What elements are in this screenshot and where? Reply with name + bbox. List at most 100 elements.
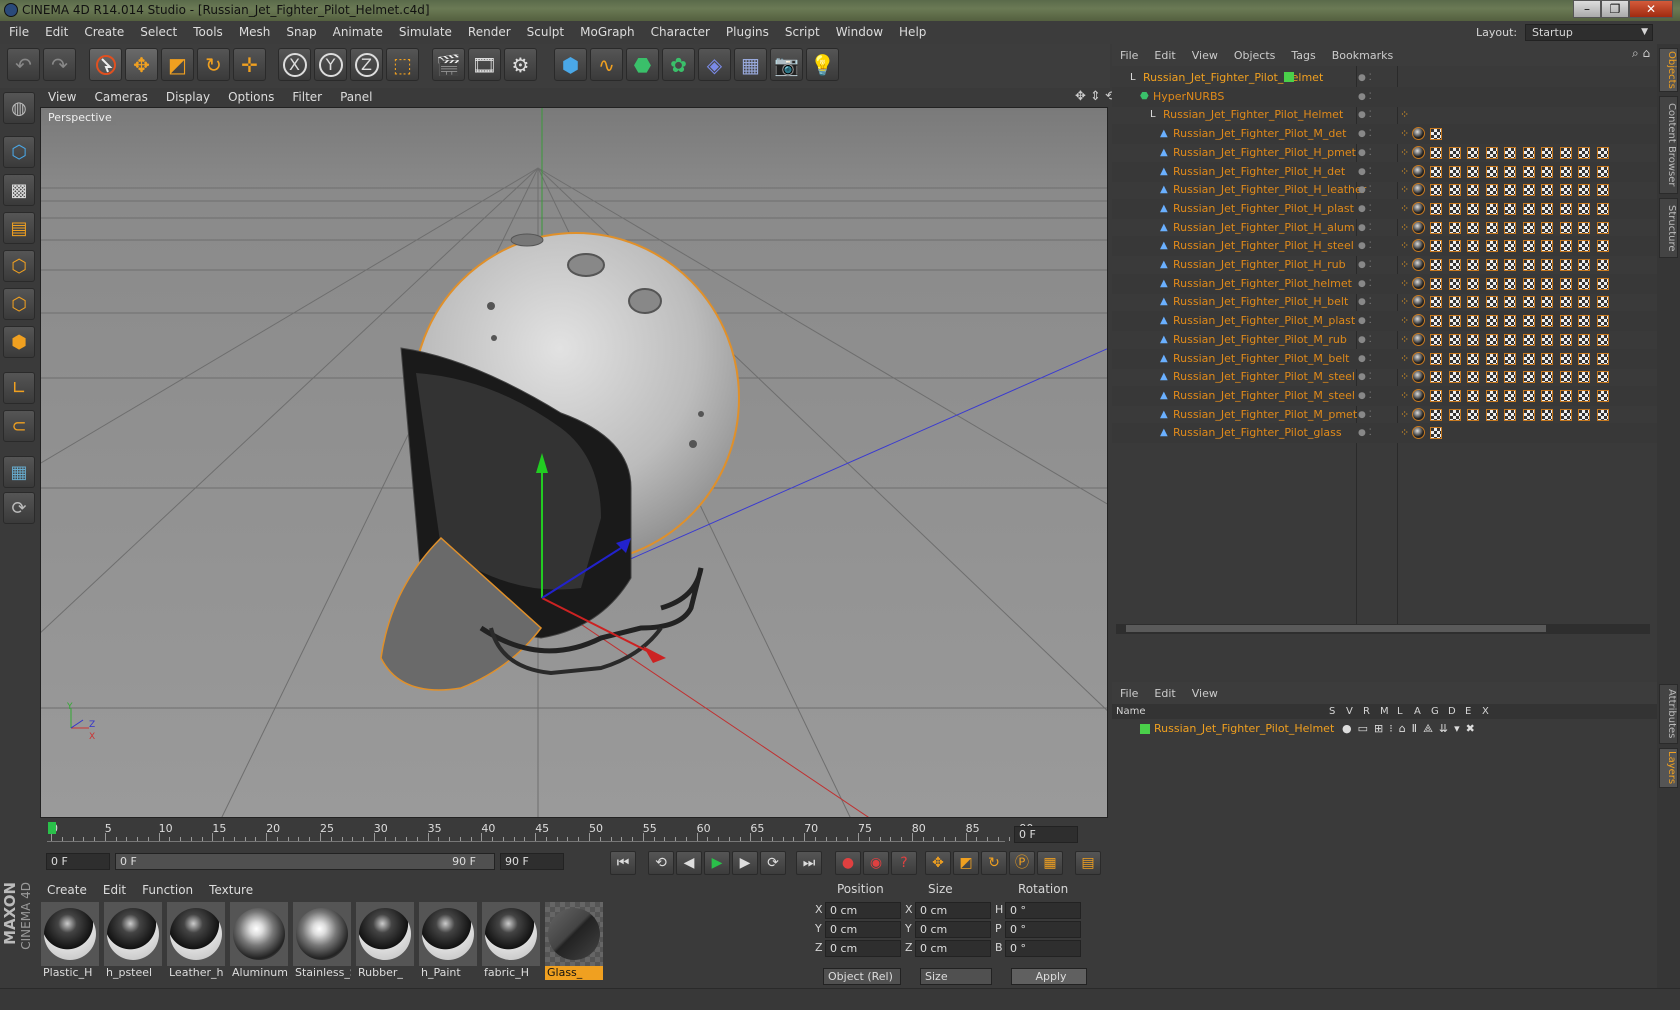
menu-sculpt[interactable]: Sculpt (518, 21, 571, 44)
visibility-dots[interactable]: ● ⁚ (1358, 68, 1372, 88)
texture-tag-icon[interactable] (1578, 165, 1590, 178)
phong-tag-icon[interactable]: ⁘ (1400, 274, 1409, 294)
object-name[interactable]: Russian_Jet_Fighter_Pilot_H_steel (1173, 236, 1354, 256)
object-horizontal-scrollbar[interactable] (1116, 624, 1650, 634)
menu-tools[interactable]: Tools (184, 21, 230, 44)
texture-tag-icon[interactable] (1448, 165, 1461, 178)
texture-tag-icon[interactable] (1559, 315, 1572, 328)
coord-size-field[interactable]: 0 cm (915, 902, 991, 919)
object-name[interactable]: Russian_Jet_Fighter_Pilot_Helmet (1143, 68, 1323, 88)
texture-tag-icon[interactable] (1430, 128, 1442, 141)
texture-tag-icon[interactable] (1467, 184, 1479, 197)
material-tag-icon[interactable] (1412, 332, 1425, 346)
texture-tag-icon[interactable] (1559, 352, 1572, 365)
material-tag-icon[interactable] (1412, 426, 1425, 440)
layer-col-d[interactable]: D (1448, 704, 1456, 719)
texture-tag-icon[interactable] (1596, 408, 1609, 421)
end-frame-field[interactable]: 90 F (500, 853, 564, 870)
texture-tag-icon[interactable] (1485, 277, 1498, 290)
texture-tag-icon[interactable] (1448, 259, 1461, 271)
texture-tag-icon[interactable] (1485, 352, 1498, 365)
coord-mode-select[interactable]: Object (Rel) (823, 968, 901, 985)
texture-tag-icon[interactable] (1559, 165, 1572, 178)
layer-col-v[interactable]: V (1346, 704, 1353, 719)
visibility-dots[interactable]: ● ⁚ (1358, 199, 1372, 219)
visibility-dots[interactable]: ● ⁚ (1358, 330, 1372, 350)
mograph-cloner-icon[interactable]: ✿ (662, 48, 695, 81)
menu-help[interactable]: Help (890, 21, 933, 44)
texture-tag-icon[interactable] (1467, 296, 1479, 309)
object-row[interactable]: ▲ Russian_Jet_Fighter_Pilot_H_alum ● ⁚ ⁘ (1112, 218, 1657, 238)
texture-tag-icon[interactable] (1541, 277, 1553, 290)
texture-tag-icon[interactable] (1596, 315, 1609, 328)
material-swatch[interactable]: Glass_ (545, 902, 603, 980)
phong-tag-icon[interactable]: ⁘ (1400, 105, 1409, 125)
z-axis-lock-icon[interactable]: Z (350, 48, 383, 81)
visibility-dots[interactable]: ● ⁚ (1358, 87, 1372, 107)
viewport-menu-display[interactable]: Display (157, 88, 219, 107)
object-row[interactable]: ▲ Russian_Jet_Fighter_Pilot_helmet ● ⁚ ⁘ (1112, 273, 1657, 294)
object-search-icon[interactable]: ⌕ ⌂ (1632, 46, 1650, 61)
texture-tag-icon[interactable] (1559, 408, 1572, 421)
texture-tag-icon[interactable] (1596, 165, 1609, 178)
key-scale-icon[interactable]: ◩ (953, 851, 979, 875)
object-row[interactable]: ▲ Russian_Jet_Fighter_Pilot_H_steel ● ⁚ ⁘ (1112, 236, 1657, 257)
texture-tag-icon[interactable] (1596, 296, 1609, 309)
layer-menu-view[interactable]: View (1184, 683, 1226, 705)
key-rotation-icon[interactable]: ↻ (981, 851, 1007, 875)
texture-tag-icon[interactable] (1485, 315, 1498, 328)
menu-create[interactable]: Create (75, 21, 131, 44)
phong-tag-icon[interactable]: ⁘ (1400, 311, 1409, 331)
texture-tag-icon[interactable] (1578, 315, 1590, 328)
render-settings-icon[interactable]: ⚙ (504, 48, 537, 81)
texture-tag-icon[interactable] (1448, 296, 1461, 309)
texture-tag-icon[interactable] (1448, 371, 1461, 384)
object-name[interactable]: Russian_Jet_Fighter_Pilot_M_steel (1173, 367, 1355, 387)
texture-tag-icon[interactable] (1448, 389, 1461, 402)
viewport-menu-cameras[interactable]: Cameras (85, 88, 156, 107)
tab-content-browser[interactable]: Content Browser (1659, 96, 1678, 194)
coord-rot-field[interactable]: 0 ° (1005, 921, 1081, 938)
texture-tag-icon[interactable] (1578, 146, 1590, 159)
texture-tag-icon[interactable] (1485, 333, 1498, 346)
object-row[interactable]: ▲ Russian_Jet_Fighter_Pilot_H_pmet ● ⁚ ⁘ (1112, 143, 1657, 163)
material-tag-icon[interactable] (1412, 201, 1425, 215)
texture-tag-icon[interactable] (1504, 333, 1516, 346)
menu-plugins[interactable]: Plugins (717, 21, 776, 44)
start-frame-field[interactable]: 0 F (46, 853, 110, 870)
next-frame-icon[interactable]: ▶ (732, 851, 758, 875)
texture-tag-icon[interactable] (1559, 296, 1572, 309)
texture-tag-icon[interactable] (1578, 277, 1590, 290)
texture-tag-icon[interactable] (1541, 371, 1553, 384)
layer-col-name[interactable]: Name (1116, 704, 1146, 719)
texture-tag-icon[interactable] (1541, 146, 1553, 159)
texture-tag-icon[interactable] (1596, 259, 1609, 271)
material-swatch[interactable]: fabric_H (482, 902, 540, 980)
locked-workplane-icon[interactable]: ⟳ (3, 492, 35, 524)
object-row[interactable]: L Russian_Jet_Fighter_Pilot_Helmet ● ⁚ (1112, 68, 1657, 88)
texture-tag-icon[interactable] (1578, 408, 1590, 421)
texture-tag-icon[interactable] (1522, 146, 1535, 159)
texture-tag-icon[interactable] (1522, 389, 1535, 402)
texture-tag-icon[interactable] (1522, 408, 1535, 421)
phong-tag-icon[interactable]: ⁘ (1400, 218, 1409, 238)
tab-layers[interactable]: Layers (1659, 748, 1678, 788)
object-menu-objects[interactable]: Objects (1226, 45, 1284, 67)
texture-tag-icon[interactable] (1504, 315, 1516, 328)
texture-tag-icon[interactable] (1559, 240, 1572, 253)
texture-tag-icon[interactable] (1430, 202, 1442, 215)
key-parameter-icon[interactable]: Ⓟ (1009, 851, 1035, 875)
coordinate-system-icon[interactable]: ⬚ (386, 48, 419, 81)
texture-tag-icon[interactable] (1578, 389, 1590, 402)
visibility-dots[interactable]: ● ⁚ (1358, 143, 1372, 163)
object-menu-tags[interactable]: Tags (1283, 45, 1323, 67)
texture-tag-icon[interactable] (1578, 371, 1590, 384)
texture-tag-icon[interactable] (1485, 240, 1498, 253)
layer-color-swatch[interactable] (1140, 724, 1150, 734)
texture-tag-icon[interactable] (1504, 371, 1516, 384)
snap-magnet-icon[interactable]: ⊂ (3, 410, 35, 442)
visibility-dots[interactable]: ● ⁚ (1358, 311, 1372, 331)
texture-tag-icon[interactable] (1578, 202, 1590, 215)
menu-script[interactable]: Script (776, 21, 827, 44)
texture-tag-icon[interactable] (1522, 259, 1535, 271)
